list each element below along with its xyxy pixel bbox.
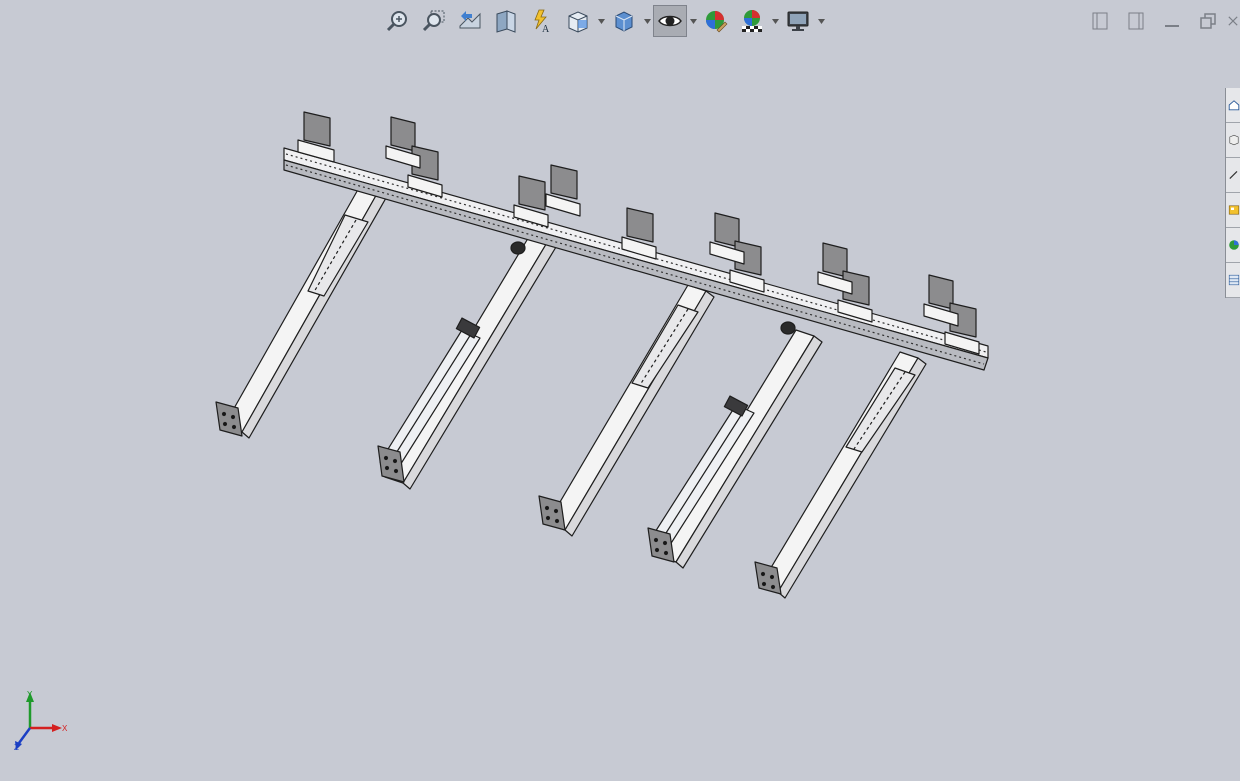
assembly-model[interactable]	[215, 111, 989, 599]
restore-icon[interactable]	[1190, 8, 1226, 34]
hide-show-dropdown[interactable]	[688, 5, 698, 37]
z-axis-label: Z	[14, 743, 19, 752]
dynamic-annotation-icon[interactable]: A	[525, 5, 559, 37]
z-axis	[17, 727, 32, 744]
main-rail[interactable]	[283, 147, 989, 371]
design-library-icon[interactable]	[1226, 123, 1240, 158]
hide-show-eye-icon[interactable]	[653, 5, 687, 37]
reference-triad: Y X Z	[14, 690, 68, 752]
support-beam-1[interactable]	[215, 185, 387, 439]
y-axis-label: Y	[27, 690, 33, 699]
zoom-to-fit-icon[interactable]	[381, 5, 415, 37]
edit-appearance-icon[interactable]	[699, 5, 733, 37]
view-palette-icon[interactable]	[1226, 193, 1240, 228]
x-axis-label: X	[62, 724, 68, 733]
file-explorer-icon[interactable]	[1226, 158, 1240, 193]
display-style-icon[interactable]	[607, 5, 641, 37]
custom-properties-icon[interactable]	[1226, 263, 1240, 298]
support-beam-2[interactable]	[377, 234, 557, 490]
document-window-controls	[1082, 8, 1240, 34]
display-style-dropdown[interactable]	[642, 5, 652, 37]
previous-view-icon[interactable]	[453, 5, 487, 37]
home-icon[interactable]	[1226, 88, 1240, 123]
view-settings-monitor-icon[interactable]	[781, 5, 815, 37]
view-orientation-icon[interactable]	[561, 5, 595, 37]
minimize-icon[interactable]	[1154, 8, 1190, 34]
view-settings-dropdown[interactable]	[816, 5, 826, 37]
svg-text:A: A	[542, 24, 550, 34]
tile-left-icon[interactable]	[1082, 8, 1118, 34]
heads-up-view-toolbar: A	[380, 4, 826, 38]
mounting-plates	[303, 111, 977, 338]
appearances-icon[interactable]	[1226, 228, 1240, 263]
section-view-icon[interactable]	[489, 5, 523, 37]
close-icon[interactable]	[1226, 8, 1240, 34]
zoom-to-area-icon[interactable]	[417, 5, 451, 37]
task-pane-tabs	[1225, 88, 1240, 298]
view-orientation-dropdown[interactable]	[596, 5, 606, 37]
apply-scene-dropdown[interactable]	[770, 5, 780, 37]
apply-scene-icon[interactable]	[735, 5, 769, 37]
tile-right-icon[interactable]	[1118, 8, 1154, 34]
graphics-area[interactable]	[0, 0, 1240, 781]
